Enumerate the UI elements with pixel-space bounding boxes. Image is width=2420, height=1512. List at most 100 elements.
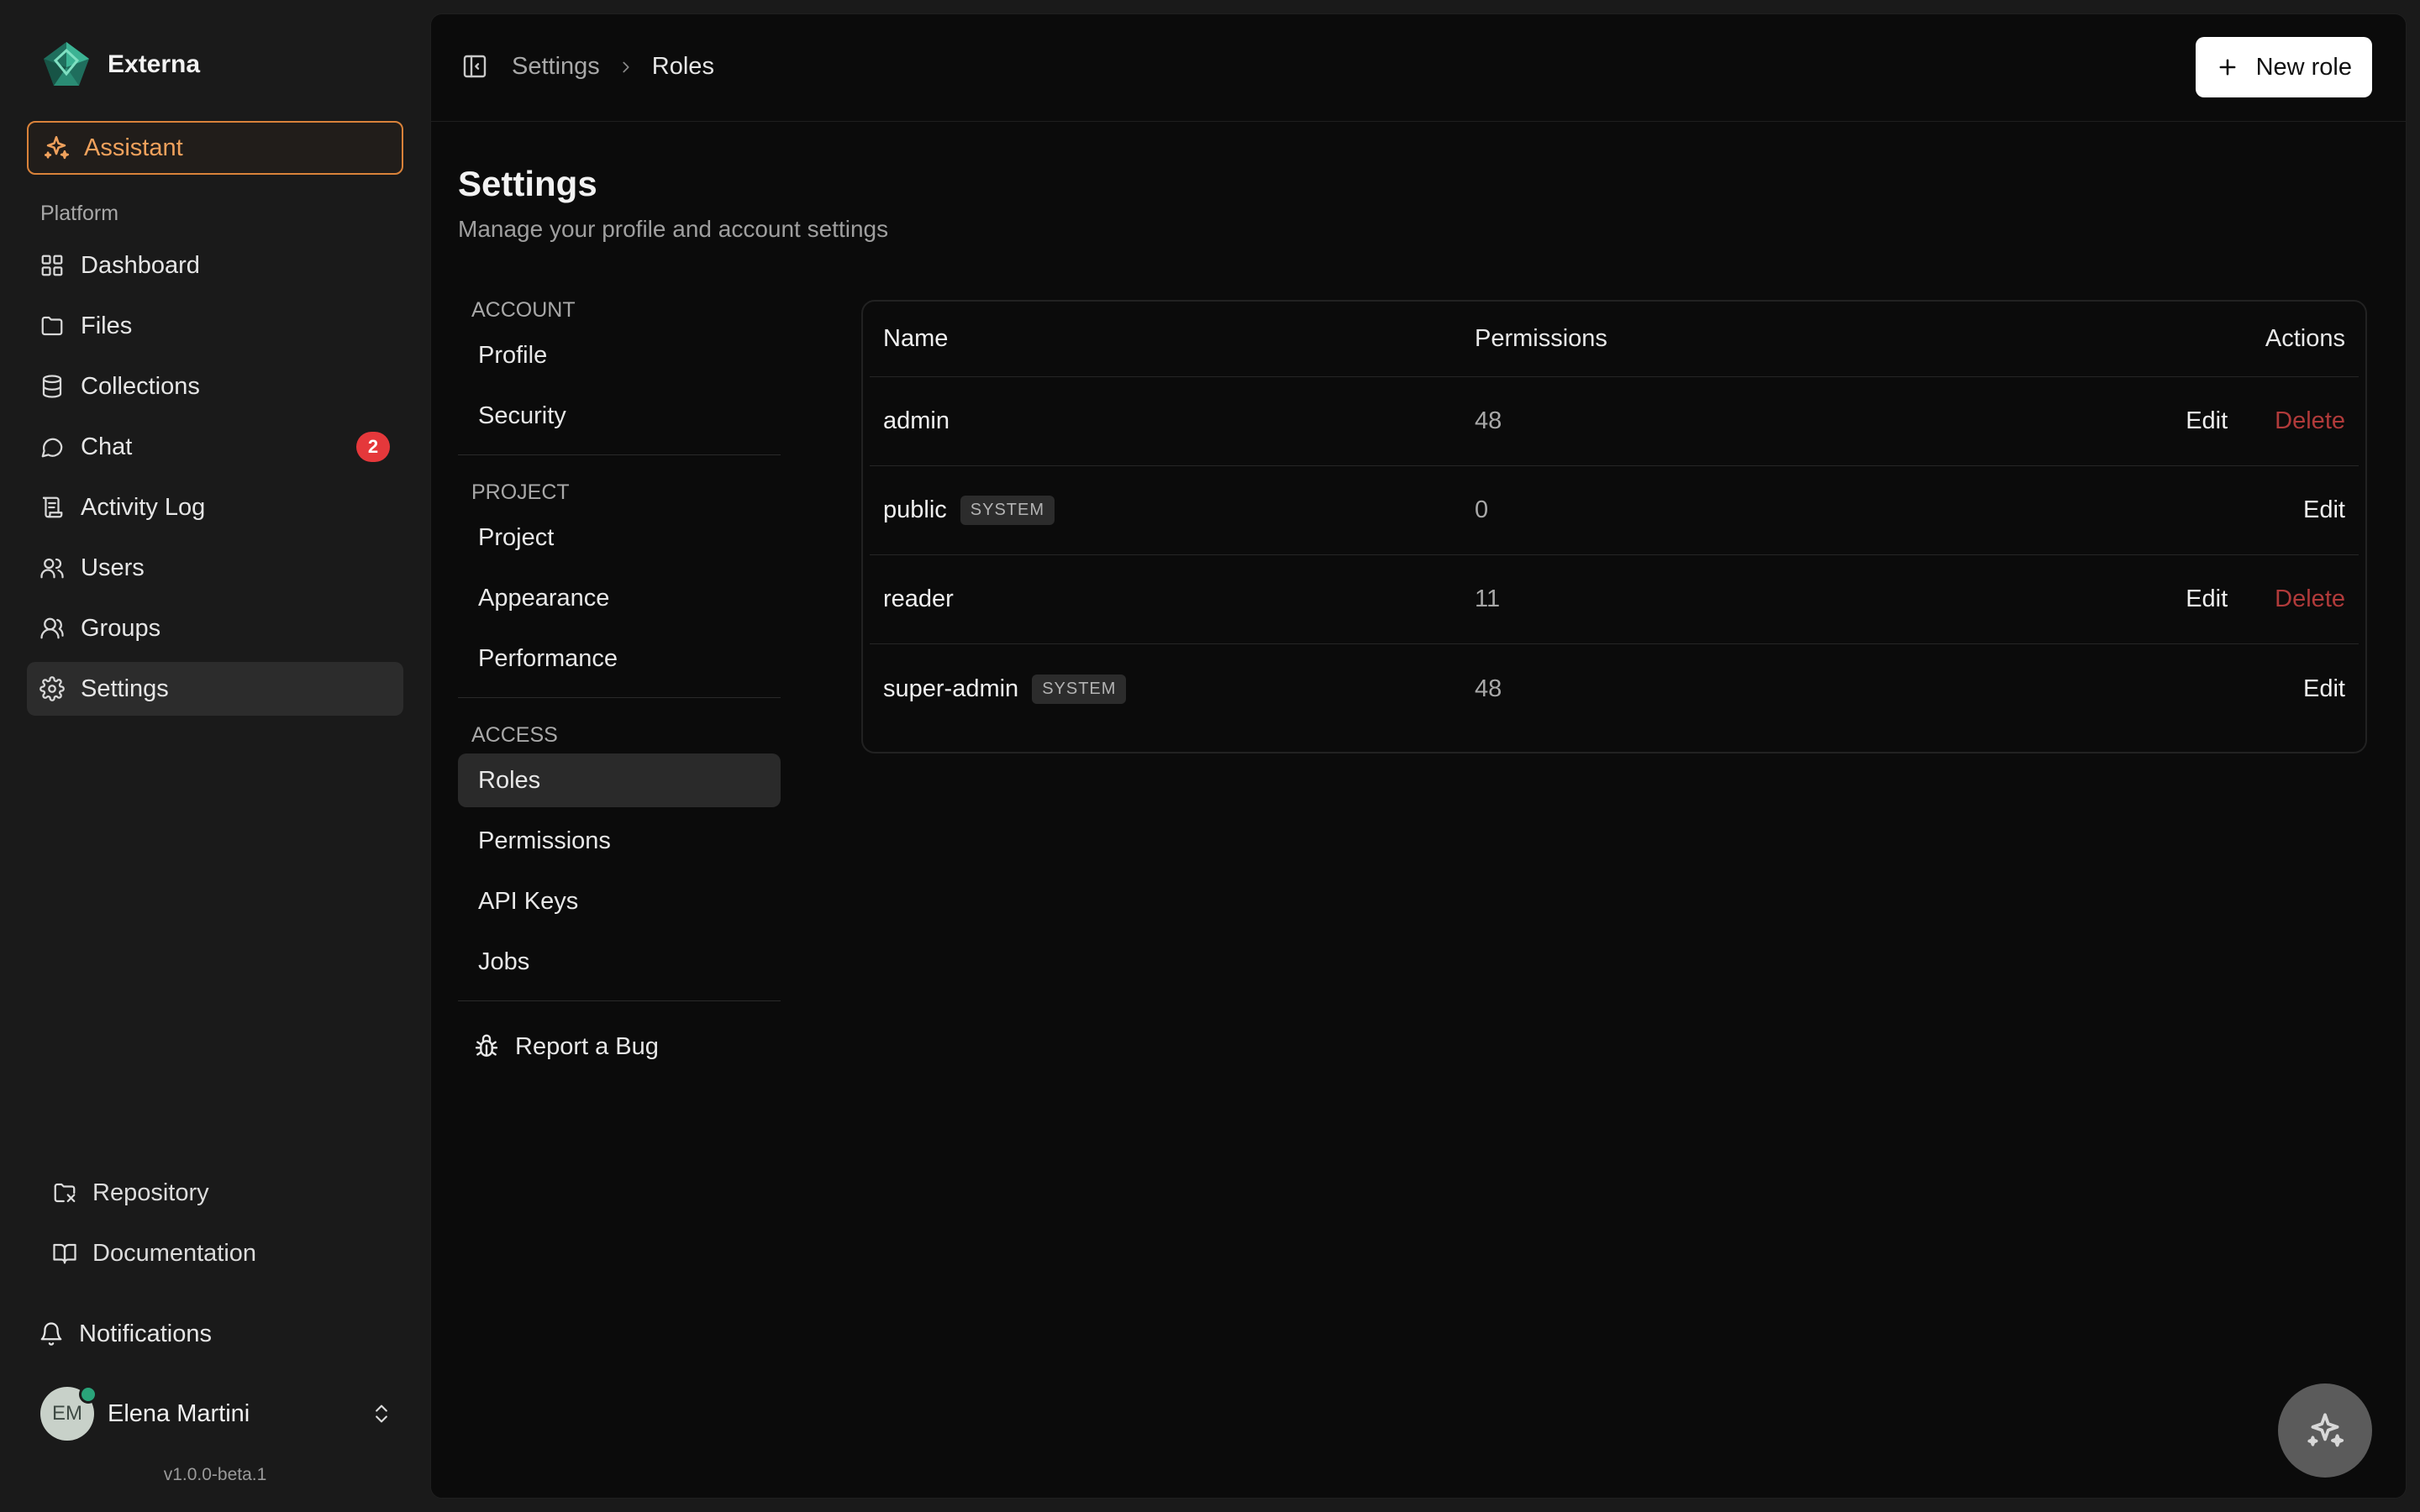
new-role-label: New role bbox=[2255, 53, 2352, 81]
subnav-item-security[interactable]: Security bbox=[458, 389, 781, 443]
platform-section-label: Platform bbox=[40, 202, 119, 225]
online-status-dot bbox=[79, 1385, 97, 1404]
breadcrumb-settings[interactable]: Settings bbox=[512, 53, 600, 81]
repository-link[interactable]: Repository bbox=[40, 1169, 410, 1216]
subnav-item-api-keys[interactable]: API Keys bbox=[458, 874, 781, 928]
database-icon bbox=[39, 373, 66, 400]
table-row: super-admin SYSTEM 48 Edit bbox=[870, 644, 2359, 733]
sidebar-item-label: Activity Log bbox=[81, 493, 206, 521]
subnav-item-appearance[interactable]: Appearance bbox=[458, 571, 781, 625]
folder-icon bbox=[39, 312, 66, 339]
new-role-button[interactable]: New role bbox=[2195, 37, 2372, 97]
subnav-section-account: ACCOUNT bbox=[471, 297, 576, 322]
sidebar-item-collections[interactable]: Collections bbox=[27, 360, 403, 413]
brand[interactable]: Externa bbox=[40, 39, 200, 91]
assistant-fab-button[interactable] bbox=[2278, 1383, 2372, 1478]
settings-subnav: ACCOUNT Profile Security PROJECT Project… bbox=[458, 291, 781, 1074]
roles-table: Name Permissions Actions admin 48 Edit D… bbox=[861, 300, 2367, 753]
subnav-item-roles[interactable]: Roles bbox=[458, 753, 781, 807]
sidebar-toggle-icon[interactable] bbox=[461, 53, 488, 80]
column-header-name: Name bbox=[883, 325, 949, 352]
chevron-right-icon bbox=[617, 58, 635, 76]
app-version: v1.0.0-beta.1 bbox=[163, 1465, 267, 1484]
subnav-item-jobs[interactable]: Jobs bbox=[458, 935, 781, 989]
sparkle-icon bbox=[42, 134, 71, 162]
sidebar-item-files[interactable]: Files bbox=[27, 299, 403, 353]
sidebar-item-label: Groups bbox=[81, 614, 161, 642]
repo-icon bbox=[52, 1180, 77, 1205]
sidebar-nav: Dashboard Files Collections Chat 2 Activ… bbox=[27, 239, 403, 722]
repository-label: Repository bbox=[92, 1179, 209, 1206]
gear-icon bbox=[39, 675, 66, 702]
chat-unread-badge: 2 bbox=[356, 432, 390, 462]
subnav-divider bbox=[458, 1000, 781, 1001]
chat-icon bbox=[39, 433, 66, 460]
system-badge: SYSTEM bbox=[1032, 674, 1127, 704]
sidebar-item-settings[interactable]: Settings bbox=[27, 662, 403, 716]
assistant-button[interactable]: Assistant bbox=[27, 121, 403, 175]
bell-icon bbox=[39, 1321, 64, 1347]
main-panel: Settings Roles New role Settings Manage … bbox=[430, 13, 2407, 1499]
subnav-item-performance[interactable]: Performance bbox=[458, 632, 781, 685]
grid-icon bbox=[39, 252, 66, 279]
sidebar-item-chat[interactable]: Chat 2 bbox=[27, 420, 403, 474]
delete-role-button[interactable]: Delete bbox=[2275, 407, 2345, 435]
notifications-button[interactable]: Notifications bbox=[27, 1307, 212, 1361]
subnav-divider bbox=[458, 454, 781, 455]
bug-icon bbox=[473, 1033, 500, 1060]
subnav-section-access: ACCESS bbox=[471, 722, 558, 747]
subnav-item-profile[interactable]: Profile bbox=[458, 328, 781, 382]
edit-role-button[interactable]: Edit bbox=[2186, 585, 2228, 613]
subnav-divider bbox=[458, 697, 781, 698]
subnav-item-permissions[interactable]: Permissions bbox=[458, 814, 781, 868]
edit-role-button[interactable]: Edit bbox=[2303, 675, 2345, 703]
plus-icon bbox=[2216, 55, 2239, 79]
user-name: Elena Martini bbox=[108, 1399, 250, 1427]
role-name: super-admin bbox=[883, 675, 1019, 702]
sparkle-icon bbox=[2304, 1410, 2346, 1452]
sidebar-item-activity-log[interactable]: Activity Log bbox=[27, 480, 403, 534]
role-permission-count: 48 bbox=[1475, 675, 1502, 702]
page-subtitle: Manage your profile and account settings bbox=[458, 216, 889, 242]
report-bug-link[interactable]: Report a Bug bbox=[458, 1020, 781, 1074]
sidebar-item-label: Settings bbox=[81, 675, 169, 702]
column-header-actions: Actions bbox=[2265, 325, 2345, 352]
role-name: public bbox=[883, 496, 947, 523]
avatar: EM bbox=[40, 1385, 97, 1441]
sidebar-links: Repository Documentation bbox=[40, 1169, 410, 1277]
chevrons-up-down-icon[interactable] bbox=[370, 1402, 393, 1425]
sidebar-item-label: Files bbox=[81, 312, 133, 339]
breadcrumb-roles: Roles bbox=[651, 53, 714, 80]
notifications-label: Notifications bbox=[79, 1320, 212, 1347]
edit-role-button[interactable]: Edit bbox=[2186, 407, 2228, 435]
brand-name: Externa bbox=[108, 50, 201, 78]
table-row: reader 11 Edit Delete bbox=[870, 555, 2359, 644]
user-group-icon bbox=[39, 615, 66, 642]
user-menu[interactable]: EM Elena Martini bbox=[40, 1385, 393, 1441]
sidebar: Externa Assistant Platform Dashboard Fil… bbox=[0, 0, 430, 1512]
table-row: public SYSTEM 0 Edit bbox=[870, 466, 2359, 555]
sidebar-item-users[interactable]: Users bbox=[27, 541, 403, 595]
column-header-permissions: Permissions bbox=[1475, 325, 1607, 352]
documentation-link[interactable]: Documentation bbox=[40, 1230, 410, 1277]
breadcrumb: Settings Roles bbox=[512, 53, 714, 81]
assistant-label: Assistant bbox=[84, 134, 183, 161]
sidebar-item-label: Users bbox=[81, 554, 145, 581]
role-name: reader bbox=[883, 585, 954, 612]
book-icon bbox=[52, 1241, 77, 1266]
report-bug-label: Report a Bug bbox=[515, 1032, 659, 1060]
documentation-label: Documentation bbox=[92, 1239, 257, 1267]
page-title: Settings bbox=[458, 164, 597, 203]
table-header: Name Permissions Actions bbox=[870, 302, 2359, 377]
sidebar-item-label: Dashboard bbox=[81, 251, 200, 279]
externa-logo-icon bbox=[40, 39, 92, 91]
role-permission-count: 11 bbox=[1475, 585, 1501, 612]
sidebar-item-groups[interactable]: Groups bbox=[27, 601, 403, 655]
subnav-item-project[interactable]: Project bbox=[458, 511, 781, 564]
edit-role-button[interactable]: Edit bbox=[2303, 496, 2345, 524]
role-permission-count: 0 bbox=[1475, 496, 1489, 523]
topbar: Settings Roles New role bbox=[431, 14, 2406, 122]
delete-role-button[interactable]: Delete bbox=[2275, 585, 2345, 613]
sidebar-item-dashboard[interactable]: Dashboard bbox=[27, 239, 403, 292]
table-row: admin 48 Edit Delete bbox=[870, 377, 2359, 466]
